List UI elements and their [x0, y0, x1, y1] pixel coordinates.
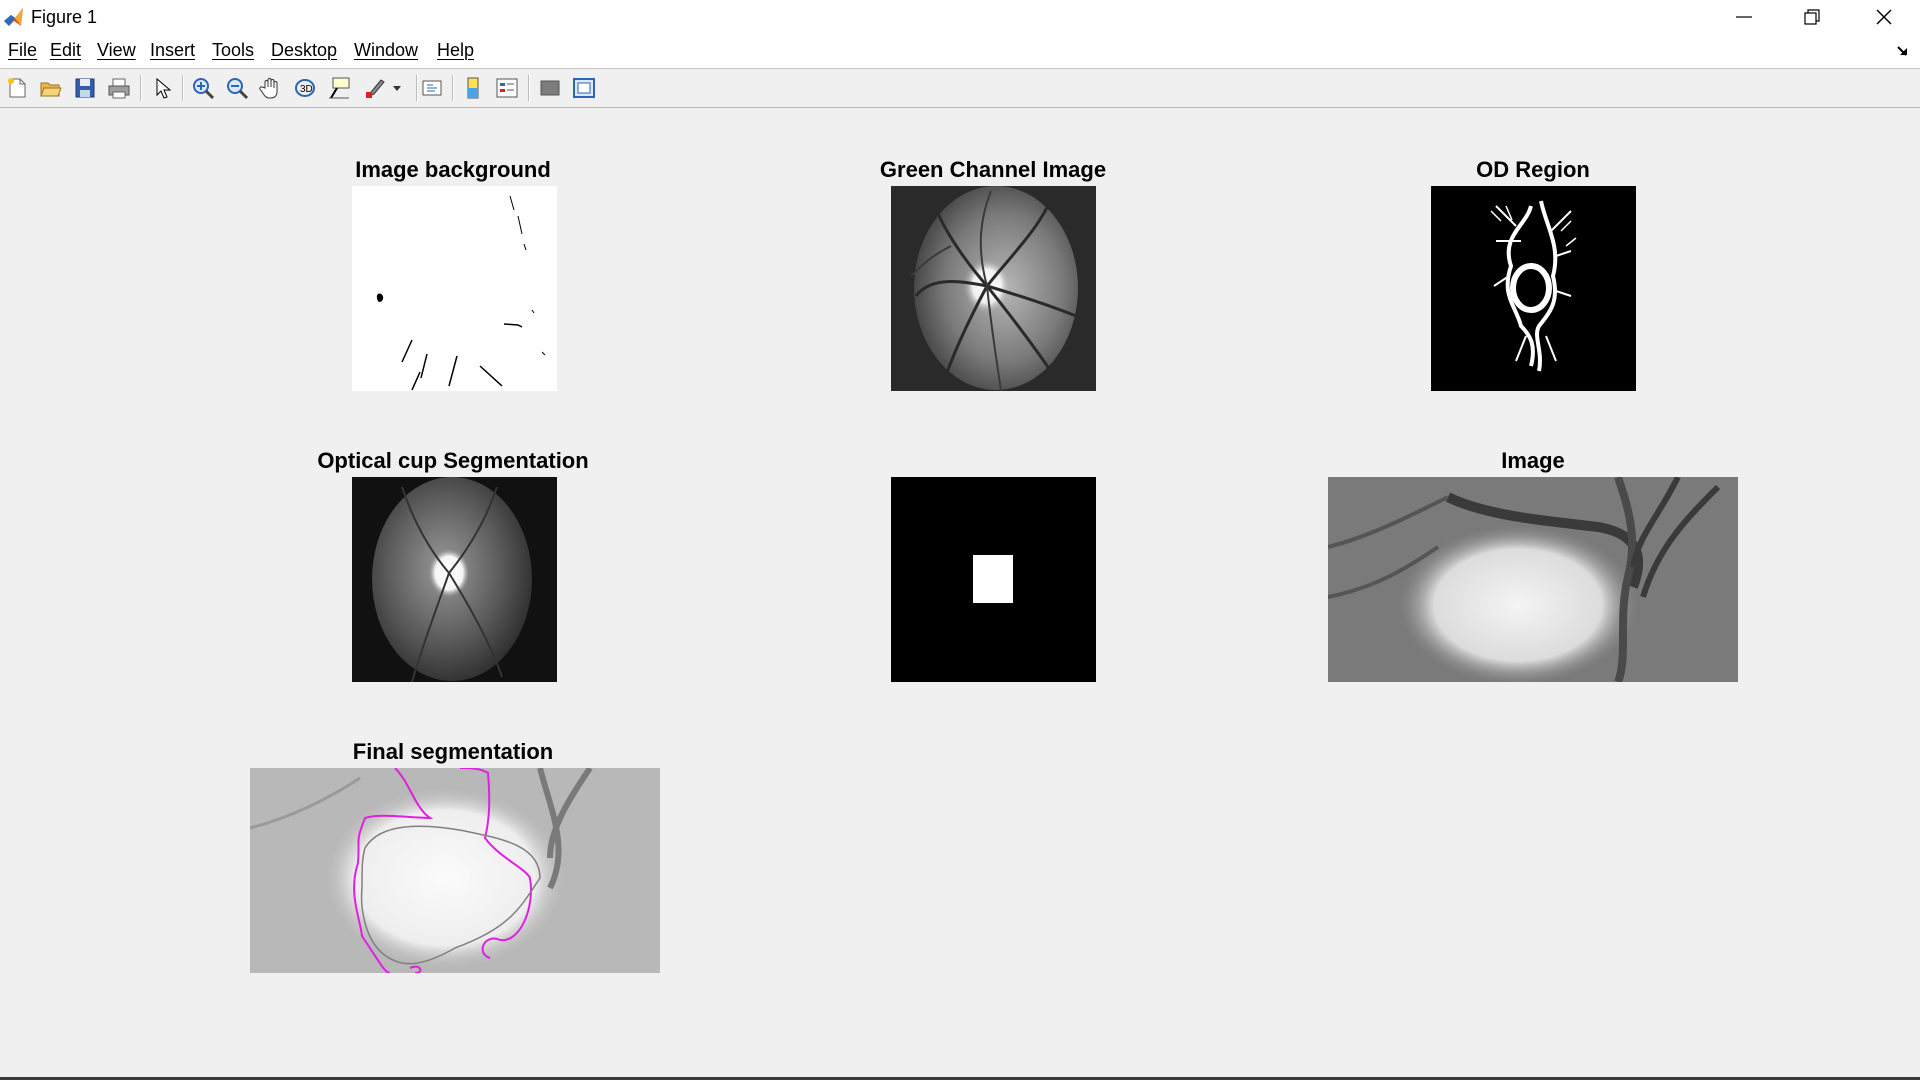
optical-cup-image: [352, 477, 557, 682]
menu-bar: File Edit View Insert Tools Desktop Wind…: [0, 34, 1920, 69]
menu-help[interactable]: Help: [437, 40, 474, 61]
colorbar-icon[interactable]: [459, 74, 487, 102]
rectangle-mask-axes: [891, 477, 1096, 682]
svg-text:3D: 3D: [300, 84, 313, 95]
pan-hand-icon[interactable]: [257, 74, 285, 102]
brush-icon[interactable]: [361, 74, 405, 102]
rectangle-mask-image: [973, 555, 1013, 603]
menu-edit[interactable]: Edit: [50, 40, 81, 61]
window-title: Figure 1: [31, 7, 98, 27]
hide-plot-tools-icon[interactable]: [536, 74, 564, 102]
figure-toolbar: 3D: [0, 69, 1920, 108]
od-vessel-mask-image: [1490, 200, 1577, 372]
final-segmentation-axes: [250, 768, 660, 973]
subplot-title-od-region: OD Region: [1476, 157, 1590, 182]
menu-view[interactable]: View: [97, 40, 136, 61]
subplot-title-optical-cup: Optical cup Segmentation: [317, 448, 589, 473]
green-channel-axes: [891, 186, 1096, 391]
new-figure-icon[interactable]: [3, 74, 31, 102]
subplot-title-image: Image: [1501, 448, 1565, 473]
image-background-axes: [352, 186, 557, 391]
od-region-axes: [1431, 186, 1636, 391]
menu-window[interactable]: Window: [354, 40, 418, 61]
subplot-title-green-channel: Green Channel Image: [879, 157, 1107, 182]
subplot-title-final-segmentation: Final segmentation: [352, 739, 554, 764]
zoom-out-icon[interactable]: [223, 74, 251, 102]
close-button[interactable]: [1850, 0, 1918, 34]
menu-insert[interactable]: Insert: [150, 40, 195, 61]
vessel-fragments-image: [376, 195, 546, 391]
matlab-logo-icon: [3, 6, 25, 28]
final-segmentation-image: [250, 768, 660, 973]
title-bar: Figure 1: [0, 0, 1920, 34]
link-plot-icon[interactable]: [418, 74, 446, 102]
image-crop-axes: [1328, 477, 1738, 682]
menu-file[interactable]: File: [8, 40, 37, 61]
zoom-in-icon[interactable]: [189, 74, 217, 102]
data-cursor-icon[interactable]: [325, 74, 353, 102]
save-icon[interactable]: [71, 74, 99, 102]
fundus-grayscale-image: [891, 186, 1096, 391]
restore-button[interactable]: [1778, 0, 1846, 34]
menu-desktop[interactable]: Desktop: [271, 40, 337, 61]
legend-icon[interactable]: [493, 74, 521, 102]
edit-plot-arrow-icon[interactable]: [148, 74, 176, 102]
show-plot-tools-icon[interactable]: [570, 74, 598, 102]
print-icon[interactable]: [105, 74, 133, 102]
open-file-icon[interactable]: [37, 74, 65, 102]
optical-cup-axes: [352, 477, 557, 682]
dock-arrow-icon[interactable]: [1896, 44, 1910, 63]
rotate-3d-icon[interactable]: 3D: [291, 74, 319, 102]
subplot-title-image-background: Image background: [355, 157, 551, 182]
menu-tools[interactable]: Tools: [212, 40, 254, 61]
minimize-button[interactable]: [1710, 0, 1778, 34]
optic-disc-crop-image: [1328, 477, 1738, 682]
